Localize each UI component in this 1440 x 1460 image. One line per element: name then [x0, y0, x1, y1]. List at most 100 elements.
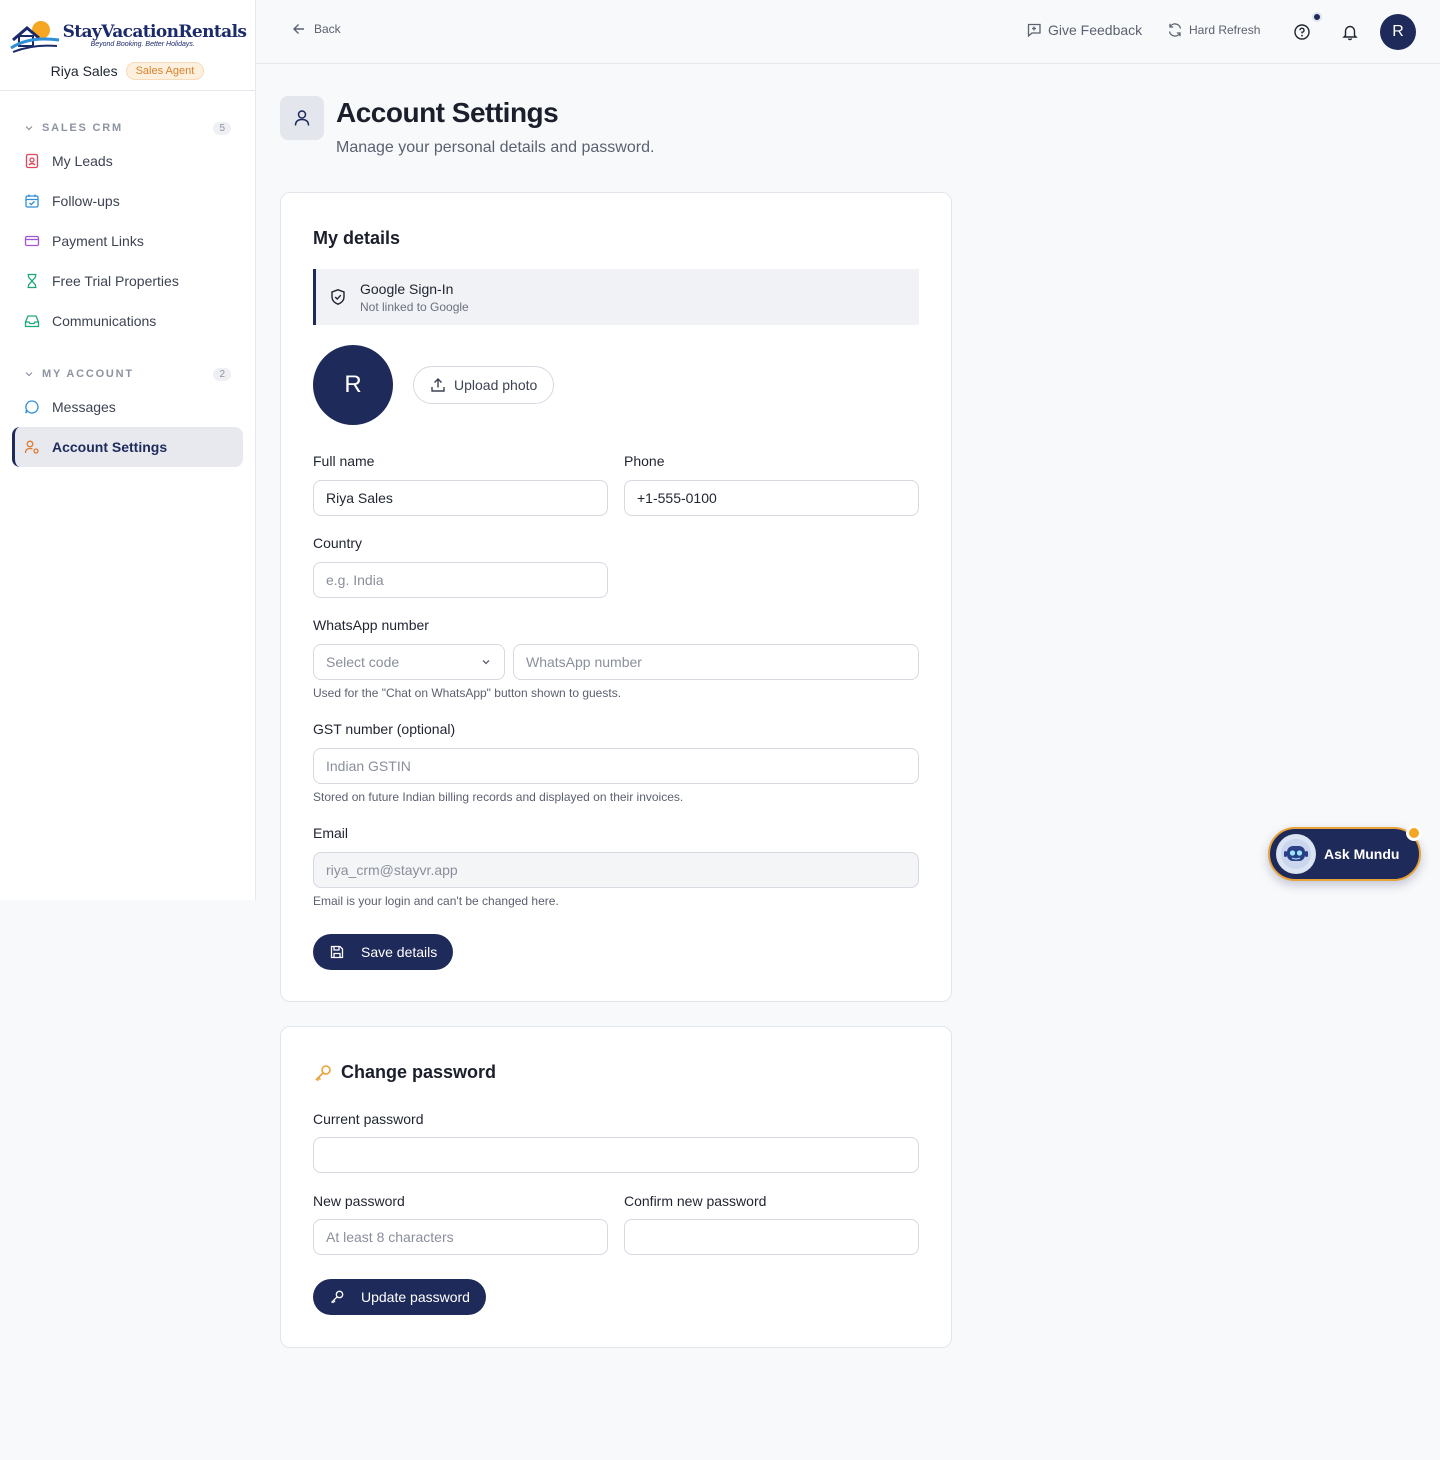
hard-refresh-label: Hard Refresh — [1189, 23, 1261, 37]
sidebar-item-my-leads[interactable]: My Leads — [12, 141, 243, 181]
sidebar-item-messages[interactable]: Messages — [12, 387, 243, 427]
robot-icon — [1281, 839, 1311, 869]
sidebar-item-label: Follow-ups — [52, 193, 120, 209]
key-icon — [315, 1064, 331, 1081]
phone-label: Phone — [624, 453, 665, 469]
email-hint: Email is your login and can't be changed… — [313, 894, 559, 908]
chevron-down-icon — [25, 126, 33, 131]
logo-stay: Stay — [62, 22, 102, 42]
calendar-check-icon — [25, 194, 39, 208]
full-name-label: Full name — [313, 453, 375, 469]
email-label: Email — [313, 825, 349, 841]
give-feedback-label: Give Feedback — [1048, 22, 1143, 38]
sidebar-user-name: Riya Sales — [50, 63, 118, 79]
back-button[interactable]: Back — [292, 22, 341, 36]
my-details-title: My details — [313, 228, 401, 248]
notifications-button[interactable] — [1341, 23, 1359, 41]
notification-dot — [1312, 12, 1322, 22]
company-logo[interactable]: StayVacationRentals Beyond Booking. Bett… — [9, 18, 247, 54]
nav-group-sales-crm: SALES CRM 5 My Leads Follow-ups Payment … — [0, 118, 255, 341]
change-password-title: Change password — [341, 1062, 497, 1082]
back-label: Back — [314, 22, 341, 36]
logo-vacation-rentals: VacationRentals — [101, 22, 247, 42]
assistant-status-dot — [1406, 825, 1422, 841]
page-icon — [280, 96, 324, 140]
country-input[interactable] — [313, 562, 608, 598]
group-title: MY ACCOUNT — [42, 368, 134, 380]
brand-header: StayVacationRentals Beyond Booking. Bett… — [0, 0, 255, 91]
sidebar-item-label: My Leads — [52, 153, 113, 169]
chevron-down-icon — [482, 660, 490, 665]
feedback-icon — [1027, 23, 1041, 38]
whatsapp-number-input[interactable] — [513, 644, 919, 680]
phone-input[interactable] — [624, 480, 919, 516]
user-avatar[interactable]: R — [1380, 14, 1416, 50]
chevron-down-icon — [25, 372, 33, 377]
top-bar: Back Give Feedback Hard Refresh R — [256, 0, 1440, 64]
google-signin-title: Google Sign-In — [360, 280, 454, 297]
save-icon — [330, 945, 344, 959]
sidebar-item-label: Communications — [52, 313, 157, 329]
page-title: Account Settings — [336, 97, 559, 128]
country-label: Country — [313, 535, 363, 551]
sidebar-item-payment-links[interactable]: Payment Links — [12, 221, 243, 261]
ask-mundu-button[interactable]: Ask Mundu — [1268, 827, 1421, 881]
nav-group-my-account: MY ACCOUNT 2 Messages Account Settings — [0, 364, 255, 467]
logo-house-icon — [9, 21, 59, 53]
group-header-my-account[interactable]: MY ACCOUNT 2 — [12, 364, 243, 384]
contact-card-icon — [25, 153, 39, 169]
shield-check-icon — [331, 289, 345, 305]
whatsapp-code-select[interactable]: Select code — [313, 644, 505, 680]
key-icon — [331, 1290, 344, 1304]
google-signin-status: Not linked to Google — [360, 299, 469, 314]
chat-bubble-icon — [25, 400, 39, 414]
my-details-card: My details Google Sign-In Not linked to … — [280, 192, 952, 1002]
logo-tagline: Beyond Booking. Better Holidays. — [90, 41, 195, 48]
profile-avatar: R — [313, 345, 393, 425]
page-subtitle: Manage your personal details and passwor… — [336, 139, 655, 156]
gst-label: GST number (optional) — [313, 721, 456, 737]
give-feedback-button[interactable]: Give Feedback — [1026, 22, 1142, 38]
group-count: 2 — [213, 367, 231, 381]
full-name-input[interactable] — [313, 480, 608, 516]
update-password-label: Update password — [361, 1289, 470, 1305]
current-password-label: Current password — [313, 1111, 424, 1127]
ask-mundu-label: Ask Mundu — [1324, 846, 1400, 862]
whatsapp-hint: Used for the "Chat on WhatsApp" button s… — [313, 686, 622, 700]
upload-photo-button[interactable]: Upload photo — [413, 366, 555, 404]
gst-input[interactable] — [313, 748, 919, 784]
sidebar-item-label: Account Settings — [52, 439, 168, 455]
sidebar-item-follow-ups[interactable]: Follow-ups — [12, 181, 243, 221]
save-details-label: Save details — [361, 944, 438, 960]
update-password-button[interactable]: Update password — [313, 1279, 486, 1315]
role-badge: Sales Agent — [125, 62, 205, 80]
google-signin-banner: Google Sign-In Not linked to Google — [313, 269, 919, 325]
confirm-password-label: Confirm new password — [624, 1193, 767, 1209]
sidebar-item-label: Payment Links — [52, 233, 144, 249]
help-circle-icon — [1294, 24, 1310, 40]
gst-hint: Stored on future Indian billing records … — [313, 790, 684, 804]
sidebar-item-account-settings[interactable]: Account Settings — [12, 427, 243, 467]
confirm-password-input[interactable] — [624, 1219, 919, 1255]
whatsapp-label: WhatsApp number — [313, 617, 429, 633]
bell-icon — [1342, 25, 1358, 41]
group-count: 5 — [213, 121, 231, 135]
sidebar-item-free-trial-properties[interactable]: Free Trial Properties — [12, 261, 243, 301]
new-password-input[interactable] — [313, 1219, 608, 1255]
mundu-avatar — [1276, 834, 1316, 874]
save-details-button[interactable]: Save details — [313, 934, 454, 970]
hard-refresh-button[interactable]: Hard Refresh — [1167, 22, 1260, 38]
user-icon — [294, 110, 310, 126]
sidebar: StayVacationRentals Beyond Booking. Bett… — [0, 0, 256, 900]
sidebar-item-communications[interactable]: Communications — [12, 301, 243, 341]
help-button[interactable] — [1293, 23, 1311, 41]
current-password-input[interactable] — [313, 1137, 919, 1173]
group-header-sales-crm[interactable]: SALES CRM 5 — [12, 118, 243, 138]
refresh-icon — [1168, 23, 1182, 37]
group-title: SALES CRM — [42, 122, 123, 134]
change-password-card: Change password Current password New pas… — [280, 1026, 952, 1348]
sidebar-item-label: Free Trial Properties — [52, 273, 179, 289]
arrow-left-icon — [293, 24, 304, 34]
credit-card-icon — [24, 235, 40, 247]
upload-photo-label: Upload photo — [454, 377, 538, 393]
